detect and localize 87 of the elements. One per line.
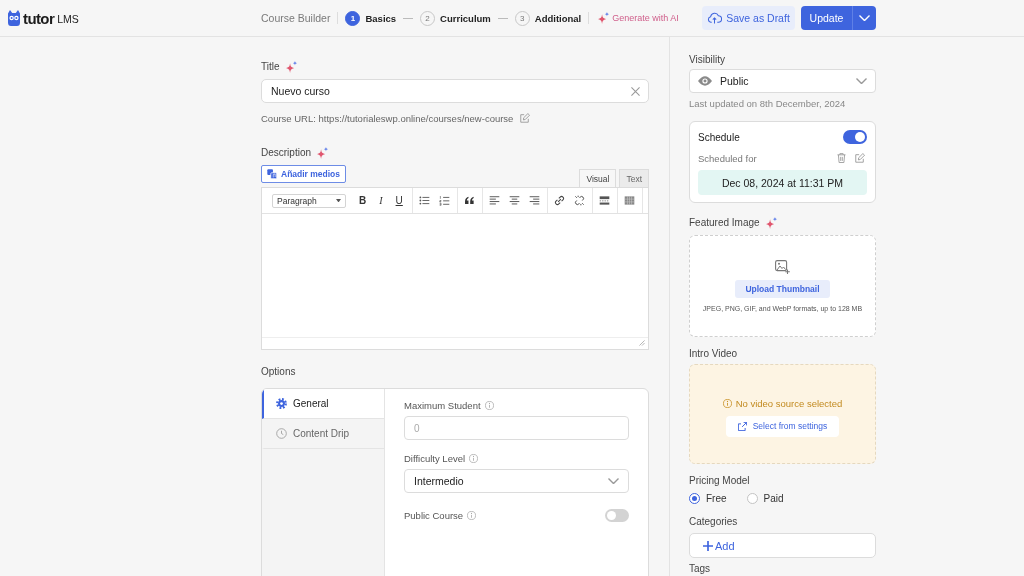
dropdown-select[interactable]: Intermedio xyxy=(404,469,629,493)
sparkle-icon[interactable] xyxy=(285,61,297,73)
info-icon[interactable] xyxy=(484,400,494,410)
radio-button[interactable] xyxy=(746,492,758,504)
step-label[interactable]: Basics xyxy=(365,12,397,24)
step-label[interactable]: Additional xyxy=(534,12,582,24)
trash-icon[interactable] xyxy=(837,153,846,163)
align-center-icon[interactable] xyxy=(508,195,520,206)
quote-icon[interactable] xyxy=(463,195,475,206)
editor-tab[interactable]: Text xyxy=(619,169,649,187)
clock-icon xyxy=(276,428,287,439)
update-options-button[interactable] xyxy=(852,6,876,30)
upload-thumbnail-button[interactable]: Upload Thumbnail xyxy=(735,280,830,298)
image-plus-icon xyxy=(775,260,790,274)
field-label: Visibility xyxy=(689,53,725,67)
external-link-icon xyxy=(737,421,747,431)
schedule-sublabel: Scheduled for xyxy=(698,152,757,164)
field-label: Difficulty Level xyxy=(404,452,466,464)
bullet-list-icon[interactable] xyxy=(418,195,430,206)
schedule-label: Schedule xyxy=(698,131,740,143)
link-icon[interactable] xyxy=(553,195,565,206)
field-label: Public Course xyxy=(404,509,464,521)
align-left-icon[interactable] xyxy=(488,195,500,206)
page-title: Course Builder xyxy=(261,12,331,24)
chevron-down-icon xyxy=(856,77,867,84)
visibility-select[interactable]: Public xyxy=(689,69,876,93)
chevron-down-icon xyxy=(608,477,619,484)
sparkle-icon[interactable] xyxy=(598,12,610,24)
gear-icon xyxy=(276,398,287,409)
update-button[interactable]: Update xyxy=(801,6,852,30)
sparkle-icon[interactable] xyxy=(765,217,777,229)
toggle-switch[interactable] xyxy=(843,130,867,144)
toggle-switch[interactable] xyxy=(605,508,629,522)
radio-label[interactable]: Paid xyxy=(763,492,784,504)
plus-icon xyxy=(703,540,713,551)
eye-icon xyxy=(698,76,712,86)
options-tab[interactable]: General xyxy=(262,389,384,419)
cloud-upload-icon xyxy=(707,12,723,24)
underline-button[interactable]: U xyxy=(393,195,405,206)
info-icon[interactable] xyxy=(467,510,477,520)
step-number[interactable]: 1 xyxy=(345,10,361,26)
numbered-list-icon[interactable] xyxy=(438,195,450,206)
step-label[interactable]: Curriculum xyxy=(440,12,491,24)
radio-label[interactable]: Free xyxy=(706,492,727,504)
generate-ai-button[interactable]: Generate with AI xyxy=(598,12,679,24)
course-url: Course URL: https://tutorialeswp.online/courses/new-course xyxy=(261,112,514,124)
edit-icon[interactable] xyxy=(855,153,865,163)
clear-icon[interactable] xyxy=(631,86,640,96)
logo-suffix[interactable]: LMS xyxy=(57,13,79,25)
field-label: Maximum Student xyxy=(404,399,481,411)
edit-icon[interactable] xyxy=(520,113,531,123)
format-select[interactable]: Paragraph xyxy=(272,193,346,208)
last-updated-note: Last updated on 8th December, 2024 xyxy=(689,97,847,110)
logo-wordmark[interactable]: tutor xyxy=(23,9,55,27)
input-field[interactable]: 0 xyxy=(404,416,629,440)
text-editor[interactable]: Paragraph B I U xyxy=(261,187,649,350)
read-more-icon[interactable] xyxy=(598,195,610,206)
add-media-button[interactable]: Añadir medios xyxy=(261,165,347,183)
radio-button[interactable] xyxy=(689,492,700,504)
info-icon xyxy=(722,398,732,408)
bold-button[interactable]: B xyxy=(357,195,369,206)
field-label: Pricing Model xyxy=(689,474,750,488)
field-label: Tags xyxy=(689,562,711,575)
field-label: Categories xyxy=(689,515,738,529)
field-label: Title xyxy=(261,60,280,74)
section-label: Options xyxy=(261,365,296,379)
resize-handle-icon[interactable] xyxy=(639,340,645,346)
title-field[interactable]: Nuevo curso xyxy=(261,79,649,103)
save-draft-button[interactable]: Save as Draft xyxy=(702,6,795,30)
chevron-down-icon xyxy=(859,14,870,21)
add-category-button[interactable]: Add xyxy=(689,533,876,558)
unlink-icon[interactable] xyxy=(573,195,585,206)
field-label: Intro Video xyxy=(689,347,738,361)
media-icon xyxy=(267,169,277,179)
editor-tab[interactable]: Visual xyxy=(579,169,617,187)
italic-button[interactable]: I xyxy=(377,195,385,206)
toolbar-toggle-icon[interactable] xyxy=(623,195,635,206)
sparkle-icon[interactable] xyxy=(317,147,329,159)
info-icon[interactable] xyxy=(469,453,479,463)
align-right-icon[interactable] xyxy=(528,195,540,206)
caret-icon xyxy=(336,198,341,203)
field-label: Description xyxy=(261,146,312,160)
scheduled-date[interactable]: Dec 08, 2024 at 11:31 PM xyxy=(698,170,867,195)
select-from-settings-button[interactable]: Select from settings xyxy=(725,415,840,437)
video-message: No video source selected xyxy=(735,397,843,409)
field-label: Featured Image xyxy=(689,216,760,230)
owl-logo-icon[interactable] xyxy=(8,10,20,26)
